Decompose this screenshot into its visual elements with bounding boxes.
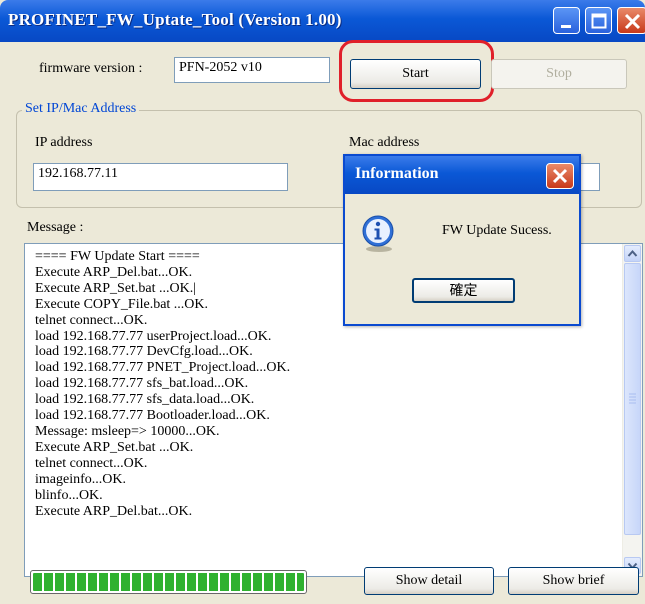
close-icon	[624, 13, 641, 30]
vertical-scrollbar[interactable]	[622, 244, 642, 576]
message-line: load 192.168.77.77 sfs_bat.load...OK.	[35, 376, 249, 392]
message-line: blinfo...OK.	[35, 487, 103, 503]
dialog-title: Information	[355, 165, 439, 182]
start-button[interactable]: Start	[350, 59, 481, 89]
scroll-thumb[interactable]	[624, 263, 641, 535]
progress-bar	[30, 570, 307, 594]
message-line: imageinfo...OK.	[35, 471, 126, 487]
title-bar[interactable]: PROFINET_FW_Uptate_Tool (Version 1.00)	[0, 0, 645, 42]
group-title: Set IP/Mac Address	[22, 101, 140, 117]
message-label: Message :	[27, 220, 84, 235]
ip-address-input[interactable]: 192.168.77.11	[33, 163, 288, 191]
grip-icon	[629, 393, 636, 404]
message-lines: ==== FW Update Start ==== Execute ARP_Del…	[35, 249, 290, 519]
message-line: load 192.168.77.77 DevCfg.load...OK.	[35, 344, 253, 360]
maximize-icon	[591, 13, 607, 29]
message-line: Execute ARP_Set.bat ...OK.	[35, 439, 194, 455]
message-line: ==== FW Update Start ====	[35, 249, 200, 264]
close-button[interactable]	[617, 7, 645, 34]
message-line: Message: msleep=> 10000...OK.	[35, 423, 220, 439]
chevron-up-icon	[627, 249, 638, 257]
ok-button[interactable]: 確定	[412, 278, 515, 303]
message-line: telnet connect...OK.	[35, 455, 148, 471]
message-line: load 192.168.77.77 PNET_Project.load...O…	[35, 360, 291, 376]
show-brief-button[interactable]: Show brief	[508, 567, 639, 595]
firmware-version-label: firmware version :	[39, 61, 143, 76]
dialog-message: FW Update Sucess.	[442, 223, 552, 238]
message-line: Execute ARP_Set.bat ...OK.|	[35, 280, 197, 296]
main-window: PROFINET_FW_Uptate_Tool (Version 1.00) f…	[0, 0, 645, 604]
minimize-button[interactable]	[553, 7, 580, 34]
info-icon	[359, 213, 399, 258]
minimize-icon	[561, 25, 571, 28]
firmware-version-field[interactable]: PFN-2052 v10	[174, 57, 330, 83]
show-detail-button[interactable]: Show detail	[364, 567, 494, 595]
stop-button[interactable]: Stop	[491, 59, 627, 89]
window-title: PROFINET_FW_Uptate_Tool (Version 1.00)	[8, 10, 342, 29]
dialog-close-button[interactable]	[546, 163, 574, 189]
scroll-up-button[interactable]	[624, 245, 641, 262]
mac-address-label: Mac address	[349, 135, 420, 150]
message-line: Execute COPY_File.bat ...OK.	[35, 296, 209, 312]
information-dialog: Information FW Update Sucess. 確定	[343, 154, 581, 326]
dialog-title-bar[interactable]: Information	[345, 156, 579, 194]
message-line: load 192.168.77.77 userProject.load...OK…	[35, 328, 272, 344]
message-line: load 192.168.77.77 Bootloader.load...OK.	[35, 408, 270, 424]
ip-address-label: IP address	[35, 135, 93, 150]
maximize-button[interactable]	[585, 7, 612, 34]
message-line: load 192.168.77.77 sfs_data.load...OK.	[35, 392, 255, 408]
message-line: Execute ARP_Del.bat...OK.	[35, 264, 193, 280]
close-icon	[552, 168, 568, 184]
message-line: Execute ARP_Del.bat...OK.	[35, 503, 193, 519]
message-line: telnet connect...OK.	[35, 312, 148, 328]
progress-fill	[33, 573, 304, 591]
